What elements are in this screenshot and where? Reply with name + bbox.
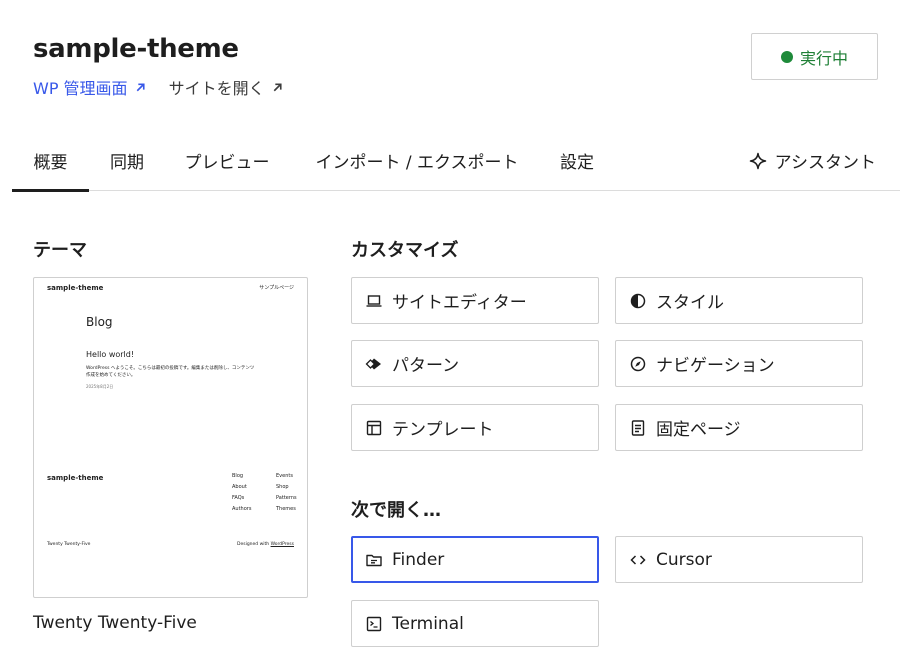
folder-icon (365, 551, 383, 569)
header-links: WP 管理画面 サイトを開く (33, 75, 284, 99)
open-in-heading: 次で開く… (351, 500, 441, 521)
navigation-label: ナビゲーション (656, 356, 775, 376)
preview-footer-link: Events (276, 473, 293, 479)
tab-import-export[interactable]: インポート / エクスポート (312, 130, 522, 191)
navigation-button[interactable]: ナビゲーション (615, 340, 863, 387)
patterns-label: パターン (392, 356, 460, 376)
open-in-cursor-label: Cursor (656, 549, 712, 570)
open-in-terminal-label: Terminal (392, 613, 464, 634)
preview-footer-link: Shop (276, 484, 289, 490)
tab-bar: 概要 同期 プレビュー インポート / エクスポート 設定 アシスタント (12, 130, 900, 192)
styles-label: スタイル (656, 293, 724, 313)
status-button[interactable]: 実行中 (751, 33, 878, 80)
tab-assistant-label: アシスタント (774, 153, 876, 173)
site-title: sample-theme (33, 34, 239, 64)
status-label: 実行中 (799, 48, 848, 68)
tab-settings[interactable]: 設定 (555, 130, 599, 191)
theme-name: Twenty Twenty-Five (33, 613, 197, 633)
templates-button[interactable]: テンプレート (351, 404, 599, 451)
site-editor-label: サイトエディター (392, 293, 527, 313)
layout-icon (365, 419, 383, 437)
status-dot-icon (780, 50, 793, 63)
page-icon (629, 419, 647, 437)
preview-post-title: Hello world! (86, 350, 135, 359)
preview-credit-right: Designed with WordPress (237, 542, 294, 547)
pages-label: 固定ページ (656, 420, 741, 440)
preview-footer-link: Themes (276, 506, 296, 512)
preview-credit-left: Twenty Twenty-Five (47, 542, 91, 547)
open-site-link-label: サイトを開く (168, 79, 265, 98)
tab-preview-label: プレビュー (184, 153, 270, 173)
laptop-icon (365, 292, 383, 310)
tab-sync-label: 同期 (110, 153, 144, 173)
preview-footer-link: Blog (232, 473, 244, 479)
tab-overview[interactable]: 概要 (12, 130, 89, 192)
terminal-icon (365, 615, 383, 633)
tab-settings-label: 設定 (560, 153, 594, 173)
arrow-up-right-icon (273, 82, 282, 91)
preview-site-title: sample-theme (47, 284, 104, 292)
site-editor-button[interactable]: サイトエディター (351, 277, 599, 324)
wp-admin-link-label: WP 管理画面 (33, 79, 128, 98)
preview-footer-title: sample-theme (47, 474, 104, 482)
compass-icon (629, 355, 647, 373)
tab-preview[interactable]: プレビュー (177, 130, 277, 191)
preview-credit-link: WordPress (270, 542, 294, 547)
customize-heading: カスタマイズ (351, 240, 459, 261)
pages-button[interactable]: 固定ページ (615, 404, 863, 451)
preview-footer-link: About (232, 484, 247, 490)
open-site-link[interactable]: サイトを開く (169, 75, 284, 99)
preview-credit-prefix: Designed with (237, 542, 271, 547)
open-in-finder-button[interactable]: Finder (351, 536, 599, 583)
preview-footer-link: Patterns (276, 495, 297, 501)
tab-overview-label: 概要 (33, 153, 68, 173)
preview-footer-link: Authors (232, 506, 252, 512)
patterns-button[interactable]: パターン (351, 340, 599, 387)
preview-footer-link: FAQs (232, 495, 245, 501)
patterns-diamond-icon (365, 355, 383, 373)
sparkle-icon (749, 152, 766, 169)
arrow-up-right-icon (136, 82, 145, 91)
code-icon (629, 551, 647, 569)
styles-half-circle-icon (629, 292, 647, 310)
preview-nav-link: サンプルページ (259, 285, 294, 291)
tab-assistant[interactable]: アシスタント (749, 130, 876, 191)
tab-import-export-label: インポート / エクスポート (315, 153, 519, 173)
preview-blog-heading: Blog (86, 315, 113, 329)
preview-post-date: 2025年8月2日 (86, 384, 114, 389)
open-in-cursor-button[interactable]: Cursor (615, 536, 863, 583)
open-in-finder-label: Finder (392, 549, 445, 570)
preview-post-excerpt: WordPress へようこそ。こちらは最初の投稿です。編集または削除し、コンテ… (86, 366, 255, 371)
theme-preview[interactable]: sample-theme サンプルページ Blog Hello world! W… (33, 277, 308, 598)
tab-sync[interactable]: 同期 (100, 130, 154, 191)
wp-admin-link[interactable]: WP 管理画面 (33, 75, 147, 99)
open-in-terminal-button[interactable]: Terminal (351, 600, 599, 647)
theme-heading: テーマ (33, 240, 87, 261)
templates-label: テンプレート (392, 420, 494, 440)
preview-post-excerpt: 作成を始めてください。 (86, 373, 136, 378)
styles-button[interactable]: スタイル (615, 277, 863, 324)
